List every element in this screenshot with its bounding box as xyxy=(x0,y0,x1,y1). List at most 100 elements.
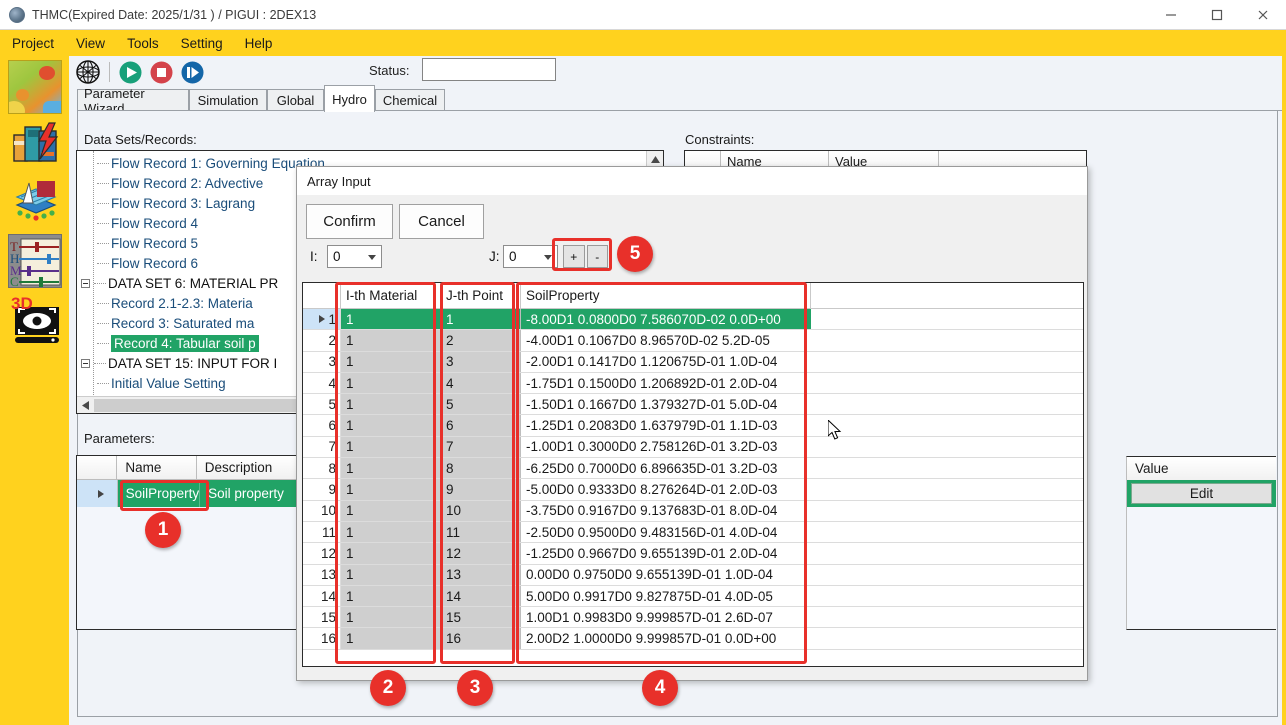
cell-soilproperty[interactable]: 2.00D2 1.0000D0 9.999857D-01 0.0D+00 xyxy=(521,628,811,649)
tab-hydro[interactable]: Hydro xyxy=(324,85,375,112)
table-row[interactable]: 14 1 14 5.00D0 0.9917D0 9.827875D-01 4.0… xyxy=(303,585,1083,608)
tab-chemical[interactable]: Chemical xyxy=(375,89,445,111)
cell-j-th-point[interactable]: 11 xyxy=(441,521,521,543)
cell-i-th-material[interactable]: 1 xyxy=(341,564,441,585)
table-row[interactable]: 12 1 12 -1.25D0 0.9667D0 9.655139D-01 2.… xyxy=(303,543,1083,565)
table-row[interactable]: 4 1 4 -1.75D1 0.1500D0 1.206892D-01 2.0D… xyxy=(303,372,1083,395)
cell-soilproperty[interactable]: -1.25D1 0.2083D0 1.637979D-01 1.1D-03 xyxy=(521,415,811,436)
menu-item-view[interactable]: View xyxy=(76,36,105,51)
cell-j-th-point[interactable]: 7 xyxy=(441,436,521,458)
cell-i-th-material[interactable]: 1 xyxy=(341,330,441,351)
cell-soilproperty[interactable]: -2.50D0 0.9500D0 9.483156D-01 4.0D-04 xyxy=(521,521,811,543)
table-row[interactable]: 10 1 10 -3.75D0 0.9167D0 9.137683D-01 8.… xyxy=(303,500,1083,522)
table-row[interactable]: 7 1 7 -1.00D1 0.3000D0 2.758126D-01 3.2D… xyxy=(303,436,1083,459)
cell-j-th-point[interactable]: 13 xyxy=(441,564,521,585)
cell-soilproperty[interactable]: -4.00D1 0.1067D0 8.96570D-02 5.2D-05 xyxy=(521,330,811,351)
tree-node-record-4[interactable]: Record 4: Tabular soil p xyxy=(97,333,259,353)
close-button[interactable] xyxy=(1240,0,1286,30)
cell-i-th-material[interactable]: 1 xyxy=(341,458,441,479)
cell-i-th-material[interactable]: 1 xyxy=(341,543,441,564)
tree-node-flow-record-1[interactable]: Flow Record 1: Governing Equation xyxy=(97,153,325,173)
tree-node-flow-record-2[interactable]: Flow Record 2: Advective xyxy=(97,173,263,193)
step-forward-icon[interactable] xyxy=(180,60,205,85)
cell-i-th-material[interactable]: 1 xyxy=(341,436,441,458)
globe-wireframe-icon[interactable] xyxy=(75,59,101,85)
table-row[interactable]: 11 1 11 -2.50D0 0.9500D0 9.483156D-01 4.… xyxy=(303,521,1083,544)
cell-soilproperty[interactable]: 1.00D1 0.9983D0 9.999857D-01 2.6D-07 xyxy=(521,607,811,628)
cell-i-th-material[interactable]: 1 xyxy=(341,607,441,628)
tree-node-record-2-1-2-3[interactable]: Record 2.1-2.3: Materia xyxy=(97,293,253,313)
cell-j-th-point[interactable]: 16 xyxy=(441,628,521,649)
tree-node-flow-record-3[interactable]: Flow Record 3: Lagrang xyxy=(97,193,255,213)
thmc-sliders-icon[interactable]: T H M C xyxy=(8,234,62,288)
table-row[interactable]: 6 1 6 -1.25D1 0.2083D0 1.637979D-01 1.1D… xyxy=(303,415,1083,437)
tree-node-data-set-6[interactable]: DATA SET 6: MATERIAL PR xyxy=(81,273,278,293)
status-input[interactable] xyxy=(422,58,556,81)
cell-j-th-point[interactable]: 3 xyxy=(441,351,521,372)
menu-item-project[interactable]: Project xyxy=(12,36,54,51)
scroll-left-arrow-icon[interactable] xyxy=(77,397,94,413)
maximize-button[interactable] xyxy=(1194,0,1240,30)
cell-soilproperty[interactable]: 0.00D0 0.9750D0 9.655139D-01 1.0D-04 xyxy=(521,564,811,585)
cell-soilproperty[interactable]: 5.00D0 0.9917D0 9.827875D-01 4.0D-05 xyxy=(521,585,811,607)
cell-soilproperty[interactable]: -6.25D0 0.7000D0 6.896635D-01 3.2D-03 xyxy=(521,458,811,479)
table-row[interactable]: 3 1 3 -2.00D1 0.1417D0 1.120675D-01 1.0D… xyxy=(303,351,1083,373)
table-row[interactable]: 13 1 13 0.00D0 0.9750D0 9.655139D-01 1.0… xyxy=(303,564,1083,586)
minimize-button[interactable] xyxy=(1148,0,1194,30)
tab-global[interactable]: Global xyxy=(267,89,324,111)
cell-j-th-point[interactable]: 2 xyxy=(441,330,521,351)
tree-node-record-3[interactable]: Record 3: Saturated ma xyxy=(97,313,254,333)
cell-i-th-material[interactable]: 1 xyxy=(341,394,441,415)
menu-item-tools[interactable]: Tools xyxy=(127,36,159,51)
cell-i-th-material[interactable]: 1 xyxy=(341,585,441,607)
cell-j-th-point[interactable]: 4 xyxy=(441,372,521,394)
cell-j-th-point[interactable]: 15 xyxy=(441,607,521,628)
tree-node-data-set-15[interactable]: DATA SET 15: INPUT FOR I xyxy=(81,353,277,373)
mesh-layers-icon[interactable] xyxy=(8,176,62,230)
contour-map-icon[interactable] xyxy=(8,60,62,114)
cell-j-th-point[interactable]: 8 xyxy=(441,458,521,479)
cell-i-th-material[interactable]: 1 xyxy=(341,372,441,394)
cell-soilproperty[interactable]: -8.00D1 0.0800D0 7.586070D-02 0.0D+00 xyxy=(521,309,811,330)
flash-books-icon[interactable] xyxy=(8,118,62,172)
tab-parameter-wizard[interactable]: Parameter Wizard xyxy=(77,86,189,116)
menu-item-help[interactable]: Help xyxy=(245,36,273,51)
cell-i-th-material[interactable]: 1 xyxy=(341,628,441,649)
cell-j-th-point[interactable]: 10 xyxy=(441,500,521,521)
table-row[interactable]: 8 1 8 -6.25D0 0.7000D0 6.896635D-01 3.2D… xyxy=(303,458,1083,480)
parameter-value-cell[interactable]: Edit xyxy=(1126,480,1276,507)
table-row[interactable]: 5 1 5 -1.50D1 0.1667D0 1.379327D-01 5.0D… xyxy=(303,394,1083,416)
tree-node-flow-record-5[interactable]: Flow Record 5 xyxy=(97,233,198,253)
cell-i-th-material[interactable]: 1 xyxy=(341,415,441,436)
cell-i-th-material[interactable]: 1 xyxy=(341,309,441,330)
cell-i-th-material[interactable]: 1 xyxy=(341,479,441,500)
cell-soilproperty[interactable]: -1.50D1 0.1667D0 1.379327D-01 5.0D-04 xyxy=(521,394,811,415)
i-dropdown[interactable]: 0 xyxy=(327,245,382,268)
row-selector-indicator[interactable] xyxy=(77,480,118,507)
array-data-grid[interactable]: I-th Material J-th Point SoilProperty 1 … xyxy=(302,282,1084,667)
tab-simulation[interactable]: Simulation xyxy=(189,89,267,111)
j-dropdown[interactable]: 0 xyxy=(503,245,558,268)
cell-j-th-point[interactable]: 12 xyxy=(441,543,521,564)
table-row[interactable]: 2 1 2 -4.00D1 0.1067D0 8.96570D-02 5.2D-… xyxy=(303,330,1083,352)
cell-soilproperty[interactable]: -2.00D1 0.1417D0 1.120675D-01 1.0D-04 xyxy=(521,351,811,372)
table-row[interactable]: 1 1 1 -8.00D1 0.0800D0 7.586070D-02 0.0D… xyxy=(303,309,1083,331)
cell-i-th-material[interactable]: 1 xyxy=(341,500,441,521)
3d-view-icon[interactable]: 3D xyxy=(8,292,62,346)
cell-j-th-point[interactable]: 6 xyxy=(441,415,521,436)
cell-j-th-point[interactable]: 1 xyxy=(441,309,521,330)
table-row[interactable]: 16 1 16 2.00D2 1.0000D0 9.999857D-01 0.0… xyxy=(303,628,1083,650)
stop-icon[interactable] xyxy=(149,60,174,85)
cell-soilproperty[interactable]: -5.00D0 0.9333D0 8.276264D-01 2.0D-03 xyxy=(521,479,811,500)
cell-soilproperty[interactable]: -3.75D0 0.9167D0 9.137683D-01 8.0D-04 xyxy=(521,500,811,521)
menu-item-setting[interactable]: Setting xyxy=(181,36,223,51)
cell-j-th-point[interactable]: 5 xyxy=(441,394,521,415)
tree-node-flow-record-6[interactable]: Flow Record 6 xyxy=(97,253,198,273)
cancel-button[interactable]: Cancel xyxy=(399,204,484,239)
cell-i-th-material[interactable]: 1 xyxy=(341,351,441,372)
add-row-button[interactable]: + xyxy=(563,245,585,268)
table-row[interactable]: 15 1 15 1.00D1 0.9983D0 9.999857D-01 2.6… xyxy=(303,607,1083,629)
cell-i-th-material[interactable]: 1 xyxy=(341,521,441,543)
confirm-button[interactable]: Confirm xyxy=(306,204,393,239)
cell-soilproperty[interactable]: -1.75D1 0.1500D0 1.206892D-01 2.0D-04 xyxy=(521,372,811,394)
